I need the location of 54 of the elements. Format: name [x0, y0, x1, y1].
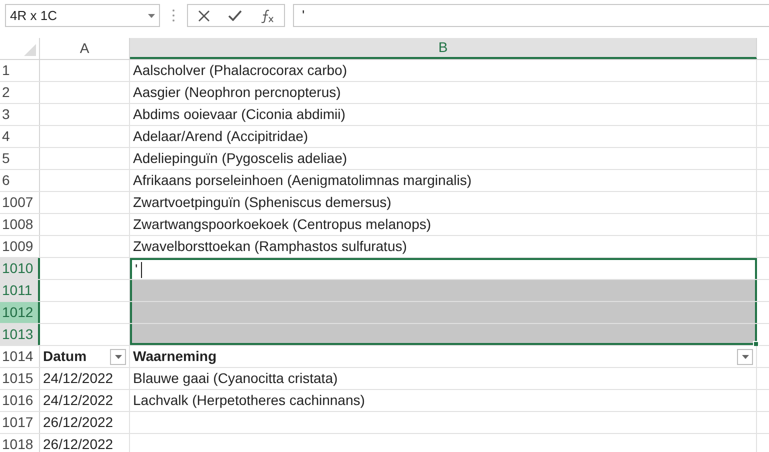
column-header[interactable]: B [130, 38, 757, 59]
row-header[interactable]: 1011 [0, 280, 40, 301]
row-header[interactable]: 1018 [0, 434, 40, 452]
table-cell-text: Aalscholver (Phalacrocorax carbo) [133, 61, 347, 80]
table-header-cell-text: Waarneming [133, 347, 216, 366]
check-icon[interactable] [228, 10, 242, 21]
row-header[interactable]: 1 [0, 60, 40, 81]
row-header[interactable]: 1012 [0, 302, 40, 323]
table-cell-text: 24/12/2022 [43, 391, 114, 410]
name-box-value: 4R x 1C [10, 6, 57, 25]
table-cell-text: Adeliepinguïn (Pygoscelis adeliae) [133, 149, 348, 168]
table-cell-text: 26/12/2022 [43, 413, 114, 432]
selected-cell[interactable] [130, 280, 757, 301]
table-cell-text: Abdims ooievaar (Ciconia abdimii) [133, 105, 346, 124]
table-cell-text: Aasgier (Neophron percnopterus) [133, 83, 341, 102]
filter-button[interactable] [110, 348, 126, 364]
name-box[interactable]: 4R x 1C [5, 4, 160, 27]
cancel-icon[interactable] [198, 10, 210, 22]
table-cell-text: Blauwe gaai (Cyanocitta cristata) [133, 369, 338, 388]
formula-bar[interactable]: ' [293, 4, 769, 27]
caret-icon [742, 354, 748, 358]
row-header[interactable]: 4 [0, 126, 40, 147]
function-icon[interactable] [260, 8, 274, 22]
more-icon[interactable] [172, 9, 175, 22]
table-cell-text: 24/12/2022 [43, 369, 114, 388]
table-cell-text: Afrikaans porseleinhoen (Aenigmatolimnas marginalis) [133, 171, 472, 190]
table-cell-text: 26/12/2022 [43, 435, 114, 452]
caret-icon [114, 354, 122, 358]
row-header[interactable]: 1017 [0, 412, 40, 433]
row-header[interactable]: 1014 [0, 346, 40, 367]
row-header[interactable]: 1013 [0, 324, 40, 345]
row-header[interactable]: 1016 [0, 390, 40, 411]
table-cell-text: Zwartwangspoorkoekoek (Centropus melanops) [133, 215, 432, 234]
row-header[interactable]: 1008 [0, 214, 40, 235]
row-header[interactable]: 1009 [0, 236, 40, 257]
row-header[interactable]: 6 [0, 170, 40, 191]
selected-cell[interactable] [130, 302, 757, 323]
filter-button[interactable] [737, 348, 753, 364]
table-cell-text: Adelaar/Arend (Accipitridae) [133, 127, 308, 146]
table-cell-text: Lachvalk (Herpetotheres cachinnans) [133, 391, 365, 410]
row-header[interactable]: 1015 [0, 368, 40, 389]
row-header[interactable]: 3 [0, 104, 40, 125]
row-header[interactable]: 1010 [0, 258, 40, 279]
table-header-cell-text: Datum [43, 347, 87, 366]
table-cell-text: ' [135, 260, 138, 279]
text-cursor [140, 262, 142, 278]
row-header[interactable]: 2 [0, 82, 40, 103]
formula-value: ' [302, 6, 305, 25]
row-header[interactable]: 1007 [0, 192, 40, 213]
table-cell-text: Zwavelborsttoekan (Ramphastos sulfuratus) [133, 237, 407, 256]
selected-cell[interactable] [130, 324, 757, 345]
dropdown-icon [148, 14, 155, 18]
row-header[interactable]: 5 [0, 148, 40, 169]
table-cell-text: Zwartvoetpinguïn (Spheniscus demersus) [133, 193, 392, 212]
